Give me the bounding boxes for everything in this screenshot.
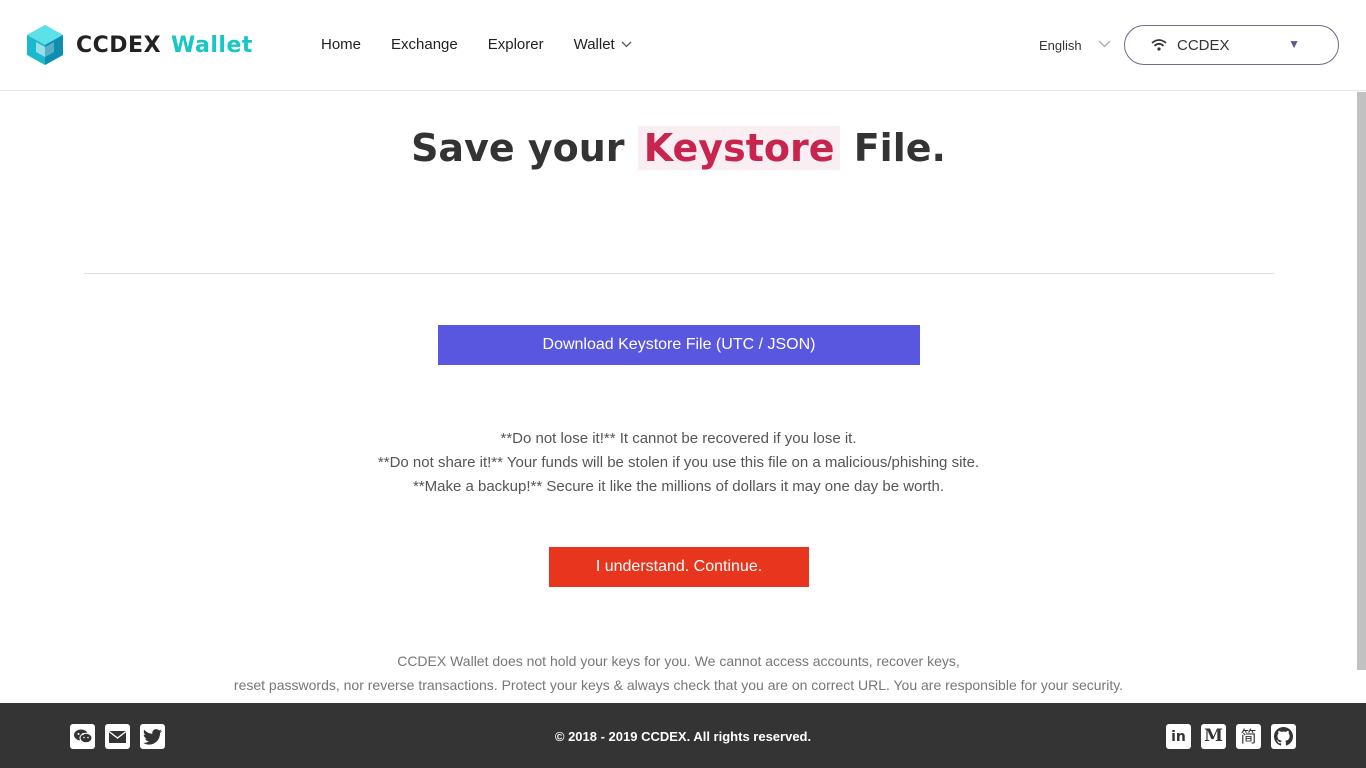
nav-wallet-dropdown[interactable]: Wallet	[574, 36, 632, 53]
scrollbar[interactable]	[1357, 92, 1366, 670]
github-icon[interactable]	[1271, 724, 1296, 749]
disclaimer: CCDEX Wallet does not hold your keys for…	[0, 649, 1357, 697]
caret-down-icon: ▼	[1288, 37, 1300, 51]
divider	[84, 273, 1274, 274]
continue-button[interactable]: I understand. Continue.	[549, 547, 809, 587]
page-title: Save your Keystore File.	[0, 126, 1357, 170]
nav-explorer[interactable]: Explorer	[488, 36, 544, 53]
medium-icon[interactable]: M	[1201, 724, 1226, 749]
chevron-down-icon[interactable]	[1098, 40, 1111, 48]
warning-list: **Do not lose it!** It cannot be recover…	[0, 427, 1357, 499]
jianshu-icon[interactable]: 简	[1236, 724, 1261, 749]
chevron-down-icon	[621, 41, 632, 48]
warning-text: **Make a backup!** Secure it like the mi…	[412, 478, 945, 495]
copyright-text: © 2018 - 2019 CCDEX. All rights reserved…	[554, 729, 812, 744]
main-nav: Home Exchange Explorer Wallet	[321, 36, 662, 53]
jianshu-glyph: 简	[1240, 726, 1257, 746]
ccdex-logo-icon	[27, 25, 63, 65]
warning-text: **Do not lose it!** It cannot be recover…	[500, 430, 857, 447]
network-label: CCDEX	[1177, 36, 1230, 54]
network-selector[interactable]: CCDEX ▼	[1124, 25, 1339, 65]
main-content: Save your Keystore File. Download Keysto…	[0, 92, 1357, 703]
logo-text-accent: Wallet	[171, 32, 253, 58]
nav-exchange[interactable]: Exchange	[391, 36, 458, 53]
disclaimer-line: reset passwords, nor reverse transaction…	[233, 677, 1124, 693]
linkedin-icon[interactable]: in	[1166, 724, 1191, 749]
warning-text: **Do not share it!** Your funds will be …	[377, 454, 980, 471]
logo[interactable]: CCDEX Wallet	[26, 24, 253, 66]
medium-glyph: M	[1204, 726, 1223, 746]
top-navbar: CCDEX Wallet Home Exchange Explorer Walle…	[0, 0, 1366, 91]
title-prefix: Save your	[411, 126, 625, 170]
footer: © 2018 - 2019 CCDEX. All rights reserved…	[0, 703, 1366, 768]
logo-text-main: CCDEX	[76, 32, 162, 58]
wifi-icon	[1151, 39, 1167, 51]
nav-wallet-label: Wallet	[573, 36, 615, 53]
nav-home[interactable]: Home	[321, 36, 361, 53]
download-keystore-button[interactable]: Download Keystore File (UTC / JSON)	[438, 325, 920, 365]
title-highlight: Keystore	[637, 126, 841, 170]
title-suffix: File.	[853, 126, 946, 170]
language-select[interactable]: English	[1039, 38, 1082, 53]
disclaimer-line: CCDEX Wallet does not hold your keys for…	[397, 653, 960, 669]
linkedin-glyph: in	[1171, 728, 1186, 745]
